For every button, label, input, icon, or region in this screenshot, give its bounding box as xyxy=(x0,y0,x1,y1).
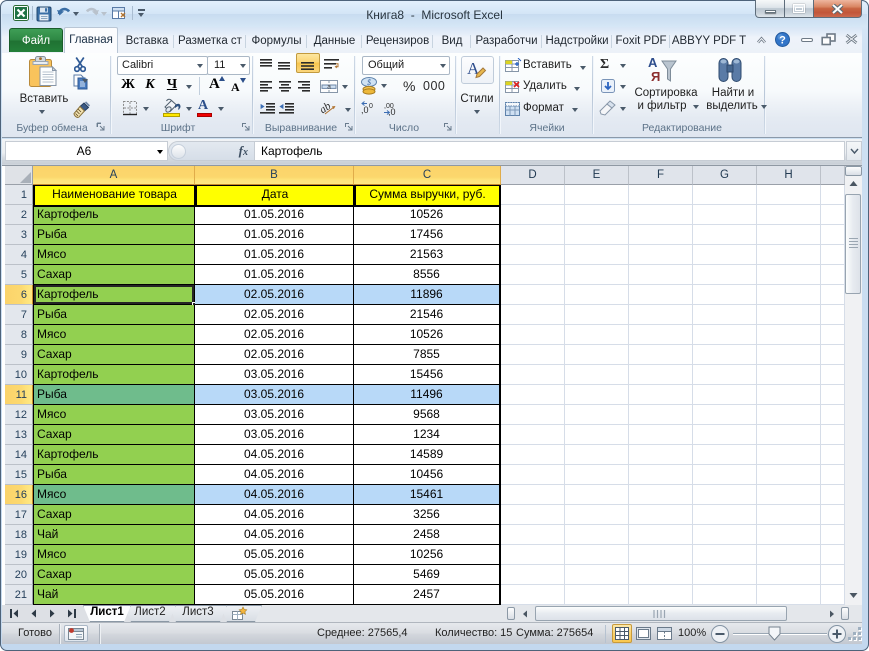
svg-text:0: 0 xyxy=(369,103,373,110)
svg-text:a: a xyxy=(327,84,331,91)
svg-text:,0: ,0 xyxy=(388,107,396,116)
svg-text:Я: Я xyxy=(651,69,660,84)
svg-text:?: ? xyxy=(779,35,786,47)
svg-text:$: $ xyxy=(367,78,371,87)
svg-text:,0: ,0 xyxy=(361,105,369,115)
svg-text:А: А xyxy=(648,55,658,70)
